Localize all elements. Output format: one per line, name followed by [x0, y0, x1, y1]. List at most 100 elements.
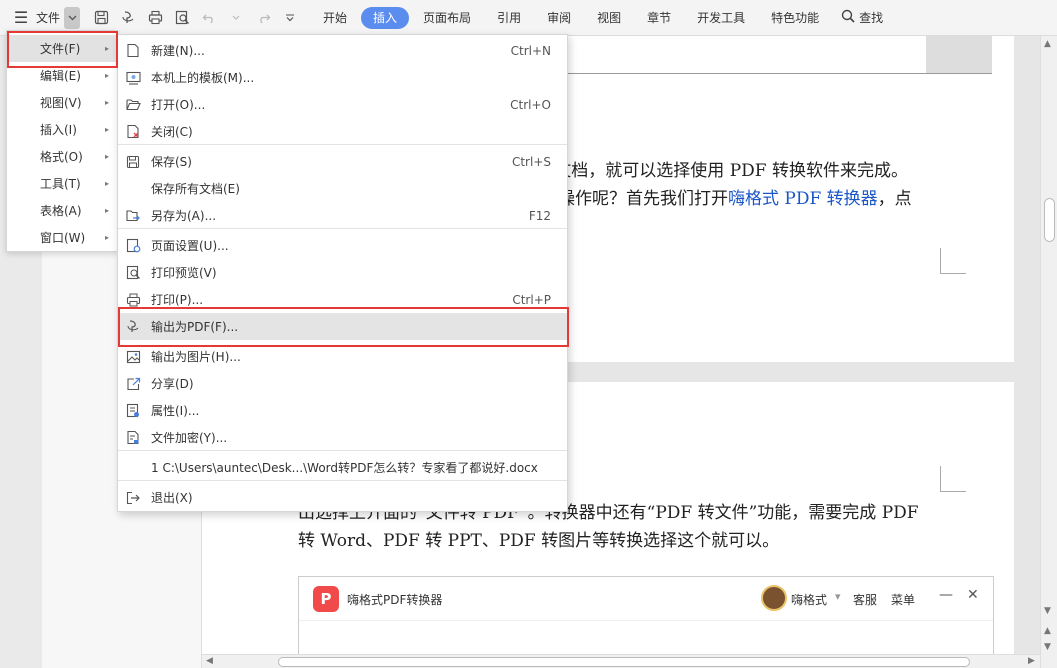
file-submenu-item-label: 输出为PDF(F)...	[151, 320, 239, 334]
file-submenu-item-label: 保存所有文档(E)	[151, 182, 240, 196]
file-submenu-item[interactable]: 页面设置(U)...	[118, 232, 567, 259]
main-menu-item[interactable]: 表格(A) ▸	[7, 197, 117, 224]
file-submenu-item[interactable]: 另存为(A)... F12	[118, 202, 567, 229]
search-label[interactable]: 查找	[859, 9, 883, 26]
chevron-down-icon[interactable]	[227, 9, 245, 27]
print-preview-icon[interactable]	[173, 9, 191, 27]
save-icon[interactable]	[92, 9, 110, 27]
horizontal-scroll-thumb[interactable]	[278, 657, 970, 667]
minimize-icon: —	[939, 587, 953, 603]
tab-0[interactable]: 开始	[311, 7, 359, 29]
tab-2[interactable]: 页面布局	[411, 7, 483, 29]
file-submenu-item-label: 输出为图片(H)...	[151, 350, 241, 364]
menu-separator	[118, 144, 567, 145]
main-menu-item[interactable]: 文件(F) ▸	[7, 35, 117, 62]
submenu-arrow-icon: ▸	[104, 206, 109, 215]
file-submenu-item[interactable]: 保存所有文档(E)	[118, 175, 567, 202]
redo-icon[interactable]	[254, 9, 272, 27]
file-submenu-item-label: 另存为(A)...	[151, 209, 217, 223]
search-icon[interactable]	[841, 9, 855, 26]
main-menu-item[interactable]: 工具(T) ▸	[7, 170, 117, 197]
file-submenu-item[interactable]: 打印(P)... Ctrl+P	[118, 286, 567, 313]
customize-dropdown-icon[interactable]	[281, 9, 299, 27]
horizontal-scrollbar[interactable]: ◀ ▶	[202, 654, 1040, 668]
file-submenu-item[interactable]: 属性(I)...	[118, 397, 567, 424]
printer-icon[interactable]	[146, 9, 164, 27]
chevron-down-icon[interactable]	[64, 6, 81, 29]
file-submenu-item[interactable]: 新建(N)... Ctrl+N	[118, 37, 567, 64]
file-submenu-item[interactable]: 打印预览(V)	[118, 259, 567, 286]
file-submenu-item[interactable]: 1 C:\Users\auntec\Desk...\Word转PDF怎么转？专家…	[118, 454, 567, 481]
tab-3[interactable]: 引用	[485, 7, 533, 29]
export-pdf-icon	[125, 319, 141, 335]
page-margin-mark	[940, 466, 966, 492]
file-submenu-item-label: 保存(S)	[151, 155, 192, 169]
tab-1[interactable]: 插入	[361, 6, 410, 29]
scroll-right-icon[interactable]: ▶	[1028, 656, 1035, 666]
folder-open-icon	[125, 97, 141, 113]
submenu-arrow-icon: ▸	[104, 179, 109, 188]
shortcut-label: Ctrl+N	[510, 43, 551, 58]
vertical-scrollbar[interactable]: ▲ ▼ ▲ ▼	[1040, 36, 1057, 668]
tab-4[interactable]: 审阅	[535, 7, 583, 29]
submenu-arrow-icon: ▸	[104, 233, 109, 242]
file-submenu-item[interactable]: 分享(D)	[118, 370, 567, 397]
file-submenu: 新建(N)... Ctrl+N 本机上的模板(M)... 打开(O)... Ctrl+O…	[117, 34, 568, 512]
embedded-menu-label: 菜单	[891, 593, 916, 607]
tab-5[interactable]: 视图	[585, 7, 633, 29]
file-submenu-item[interactable]: 输出为PDF(F)...	[118, 313, 567, 340]
main-menu-item[interactable]: 格式(O) ▸	[7, 143, 117, 170]
page-margin-mark	[940, 248, 966, 274]
hamburger-icon[interactable]: ☰	[12, 8, 30, 27]
search-button[interactable]: 查找	[833, 9, 883, 26]
file-submenu-item[interactable]: 关闭(C)	[118, 118, 567, 145]
printer-icon	[125, 292, 141, 308]
scroll-up-icon[interactable]: ▲	[1044, 39, 1051, 49]
new-doc-icon	[125, 43, 141, 59]
file-submenu-item[interactable]: 本机上的模板(M)...	[118, 64, 567, 91]
main-menu-item[interactable]: 窗口(W) ▸	[7, 224, 117, 251]
embedded-screenshot: P 嗨格式PDF转换器 嗨格式 ▾ 客服 菜单 — ✕	[298, 576, 994, 654]
main-menu-item-label: 工具(T)	[40, 177, 81, 191]
file-submenu-item-label: 页面设置(U)...	[151, 239, 229, 253]
next-page-icon[interactable]: ▼	[1044, 642, 1051, 652]
embedded-app-title: 嗨格式PDF转换器	[347, 593, 443, 607]
scroll-down-icon[interactable]: ▼	[1044, 606, 1051, 616]
toolbar: ☰ 文件 开始 插入 页面布局 引用 审阅 视图 章节 开发工具 特色功能 查找	[0, 0, 1057, 36]
submenu-arrow-icon: ▸	[104, 152, 109, 161]
shortcut-label: Ctrl+S	[511, 154, 551, 169]
undo-icon[interactable]	[200, 9, 218, 27]
tab-8[interactable]: 特色功能	[759, 7, 831, 29]
encrypt-icon	[125, 430, 141, 446]
file-submenu-item[interactable]: 保存(S) Ctrl+S	[118, 148, 567, 175]
file-submenu-item[interactable]: 退出(X)	[118, 484, 567, 511]
main-menu: 文件(F) ▸ 编辑(E) ▸ 视图(V) ▸ 插入(I) ▸ 格式(O) ▸ 工具(T) ▸ 表格(A…	[6, 30, 118, 252]
file-submenu-item-label: 文件加密(Y)...	[151, 431, 228, 445]
save-icon	[125, 154, 141, 170]
chevron-down-icon: ▾	[835, 590, 841, 603]
tab-6[interactable]: 章节	[635, 7, 683, 29]
page-setup-icon	[125, 238, 141, 254]
prev-page-icon[interactable]: ▲	[1044, 626, 1051, 636]
export-pdf-icon[interactable]	[119, 9, 137, 27]
file-submenu-item[interactable]: 打开(O)... Ctrl+O	[118, 91, 567, 118]
file-menu-label[interactable]: 文件	[36, 9, 60, 26]
file-submenu-item-label: 本机上的模板(M)...	[151, 71, 255, 85]
main-menu-item[interactable]: 插入(I) ▸	[7, 116, 117, 143]
tab-7[interactable]: 开发工具	[685, 7, 757, 29]
file-submenu-item-label: 打印预览(V)	[151, 266, 217, 280]
vertical-scroll-thumb[interactable]	[1044, 198, 1055, 242]
top-box-shade	[926, 36, 992, 73]
converter-link[interactable]: 嗨格式 PDF 转换器	[728, 189, 878, 209]
menu-separator	[118, 480, 567, 481]
file-submenu-item-label: 关闭(C)	[151, 125, 193, 139]
save-as-icon	[125, 208, 141, 224]
main-menu-item[interactable]: 编辑(E) ▸	[7, 62, 117, 89]
file-submenu-item-label: 退出(X)	[151, 491, 193, 505]
file-submenu-item[interactable]: 输出为图片(H)...	[118, 343, 567, 370]
file-submenu-item-label: 新建(N)...	[151, 44, 205, 58]
file-submenu-item-label: 属性(I)...	[151, 404, 200, 418]
file-submenu-item[interactable]: 文件加密(Y)...	[118, 424, 567, 451]
main-menu-item[interactable]: 视图(V) ▸	[7, 89, 117, 116]
scroll-left-icon[interactable]: ◀	[206, 656, 213, 666]
